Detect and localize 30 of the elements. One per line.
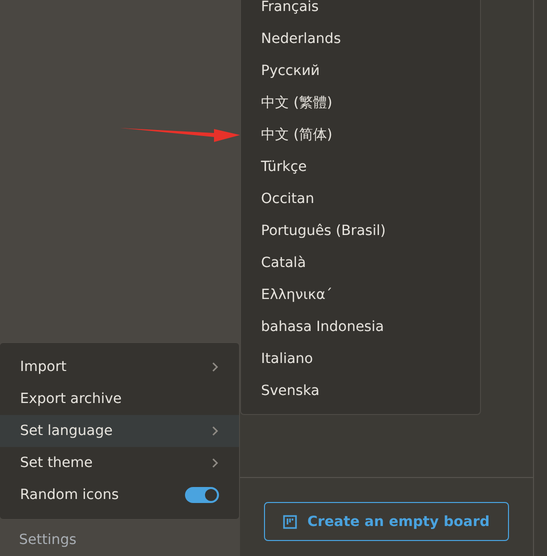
chevron-icon [211, 361, 219, 373]
menu-item-label: Set language [20, 423, 113, 439]
menu-item-label: Set theme [20, 455, 93, 471]
language-option[interactable]: 中文 (简体) [241, 119, 480, 151]
menu-item-label: Export archive [20, 391, 122, 407]
board-icon [283, 514, 298, 528]
language-option[interactable]: Ελληνικα´ [241, 279, 480, 311]
menu-item[interactable]: Set theme [0, 447, 239, 479]
menu-item[interactable]: Export archive [0, 383, 239, 415]
language-option[interactable]: Türkçe [241, 151, 480, 183]
language-option[interactable]: 中文 (繁體) [241, 87, 480, 119]
language-option[interactable]: Italiano [241, 343, 480, 375]
language-option[interactable]: Русский [241, 55, 480, 87]
create-board-button[interactable]: Create an empty board [264, 502, 509, 541]
chevron-icon [211, 425, 219, 437]
language-option[interactable]: bahasa Indonesia [241, 311, 480, 343]
toggle-switch[interactable] [185, 487, 219, 503]
menu-item-label: Random icons [20, 487, 119, 503]
menu-item[interactable]: Random icons [0, 479, 239, 511]
settings-link[interactable]: Settings [19, 532, 76, 548]
language-option[interactable]: Català [241, 247, 480, 279]
language-option[interactable]: Português (Brasil) [241, 215, 480, 247]
language-option[interactable]: Français [241, 0, 480, 23]
menu-item[interactable]: Import [0, 351, 239, 383]
menu-item[interactable]: Set language [0, 415, 239, 447]
language-option[interactable]: Svenska [241, 375, 480, 407]
language-option[interactable]: Occitan [241, 183, 480, 215]
chevron-icon [211, 457, 219, 469]
menu-item-label: Import [20, 359, 66, 375]
language-option[interactable]: Nederlands [241, 23, 480, 55]
